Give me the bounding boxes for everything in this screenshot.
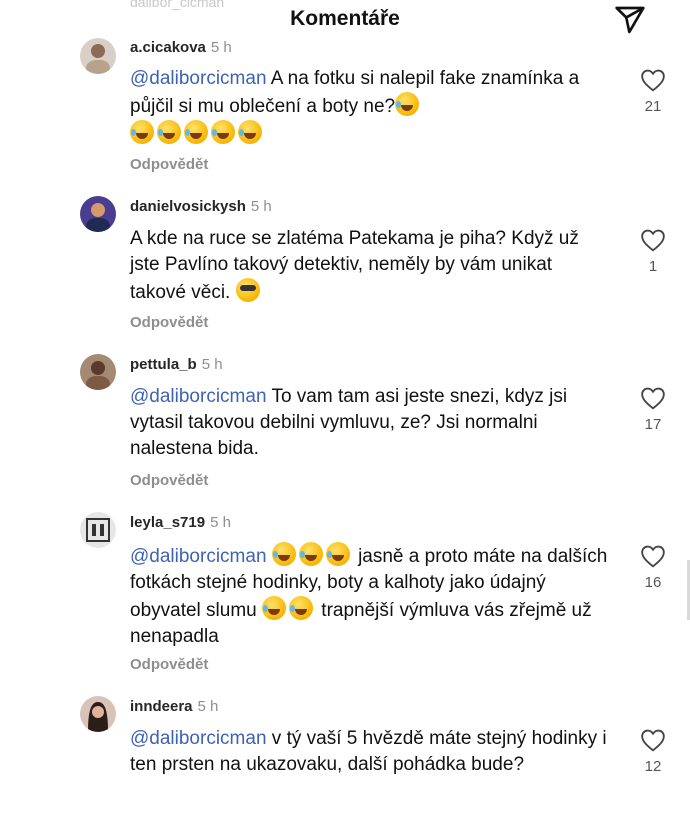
comment-meta: a.cicakova 5 h [130,39,232,56]
comment-text: A kde na ruce se zlatéma Patekama je pih… [130,226,610,306]
avatar[interactable] [80,354,116,390]
comment-meta: danielvosickysh 5 h [130,198,272,215]
avatar[interactable] [80,512,116,548]
like-button[interactable]: 1 [638,228,668,275]
rofl-emoji-icon [395,92,420,116]
comment-meta: leyla_s719 5 h [130,514,231,531]
page-title: Komentáře [290,7,400,30]
like-count: 1 [648,258,658,275]
username[interactable]: pettula_b [130,356,197,373]
timestamp: 5 h [250,198,272,215]
joy-emoji-icon [298,542,323,566]
comment-text: @daliborcicman v tý vaší 5 hvězdě máte s… [130,726,610,778]
heart-icon [641,729,665,752]
comment-text: @daliborcicman To vam tam asi jeste snez… [130,384,610,462]
comment-meta: inndeera 5 h [130,698,218,715]
comments-header: dalibor_cicman Komentáře [0,0,690,40]
like-button[interactable]: 21 [638,68,668,115]
mention-link[interactable]: @daliborcicman [130,546,267,567]
reply-button[interactable]: Odpovědět [130,314,208,331]
mention-link[interactable]: @daliborcicman [130,728,267,749]
like-button[interactable]: 16 [638,544,668,591]
like-count: 21 [644,98,662,115]
rofl-emoji-icon [238,120,262,144]
share-button[interactable] [608,0,652,40]
reply-button[interactable]: Odpovědět [130,472,208,489]
mention-link[interactable]: @daliborcicman [130,386,267,407]
username[interactable]: a.cicakova [130,39,206,56]
joy-emoji-icon [271,542,296,566]
joy-emoji-icon [325,542,350,566]
joy-emoji-icon [289,596,314,620]
heart-icon [641,69,665,92]
like-count: 12 [644,758,662,775]
rofl-emoji-icon [184,120,208,144]
username[interactable]: leyla_s719 [130,514,205,531]
timestamp: 5 h [210,39,232,56]
timestamp: 5 h [201,356,223,373]
like-count: 16 [644,574,662,591]
heart-icon [641,229,665,252]
nerd-face-emoji-icon [235,278,260,302]
reply-button[interactable]: Odpovědět [130,656,208,673]
like-button[interactable]: 12 [638,728,668,775]
reply-button[interactable]: Odpovědět [130,156,208,173]
rofl-emoji-icon [130,120,154,144]
rofl-emoji-icon [211,120,235,144]
heart-icon [641,387,665,410]
like-button[interactable]: 17 [638,386,668,433]
username[interactable]: inndeera [130,698,193,715]
comment-meta: pettula_b 5 h [130,356,223,373]
timestamp: 5 h [197,698,219,715]
rofl-emoji-icon [157,120,181,144]
mention-link[interactable]: @daliborcicman [130,68,267,89]
avatar[interactable] [80,38,116,74]
timestamp: 5 h [210,514,231,531]
like-count: 17 [644,416,662,433]
paper-plane-icon [615,6,645,34]
comment-text: @daliborcicman jasně a proto máte na dal… [130,542,610,650]
username[interactable]: danielvosickysh [130,198,246,215]
avatar[interactable] [80,196,116,232]
joy-emoji-icon [262,596,287,620]
heart-icon [641,545,665,568]
comment-body: A kde na ruce se zlatéma Patekama je pih… [130,228,579,303]
avatar[interactable] [80,696,116,732]
comment-text: @daliborcicman A na fotku si nalepil fak… [130,66,610,148]
